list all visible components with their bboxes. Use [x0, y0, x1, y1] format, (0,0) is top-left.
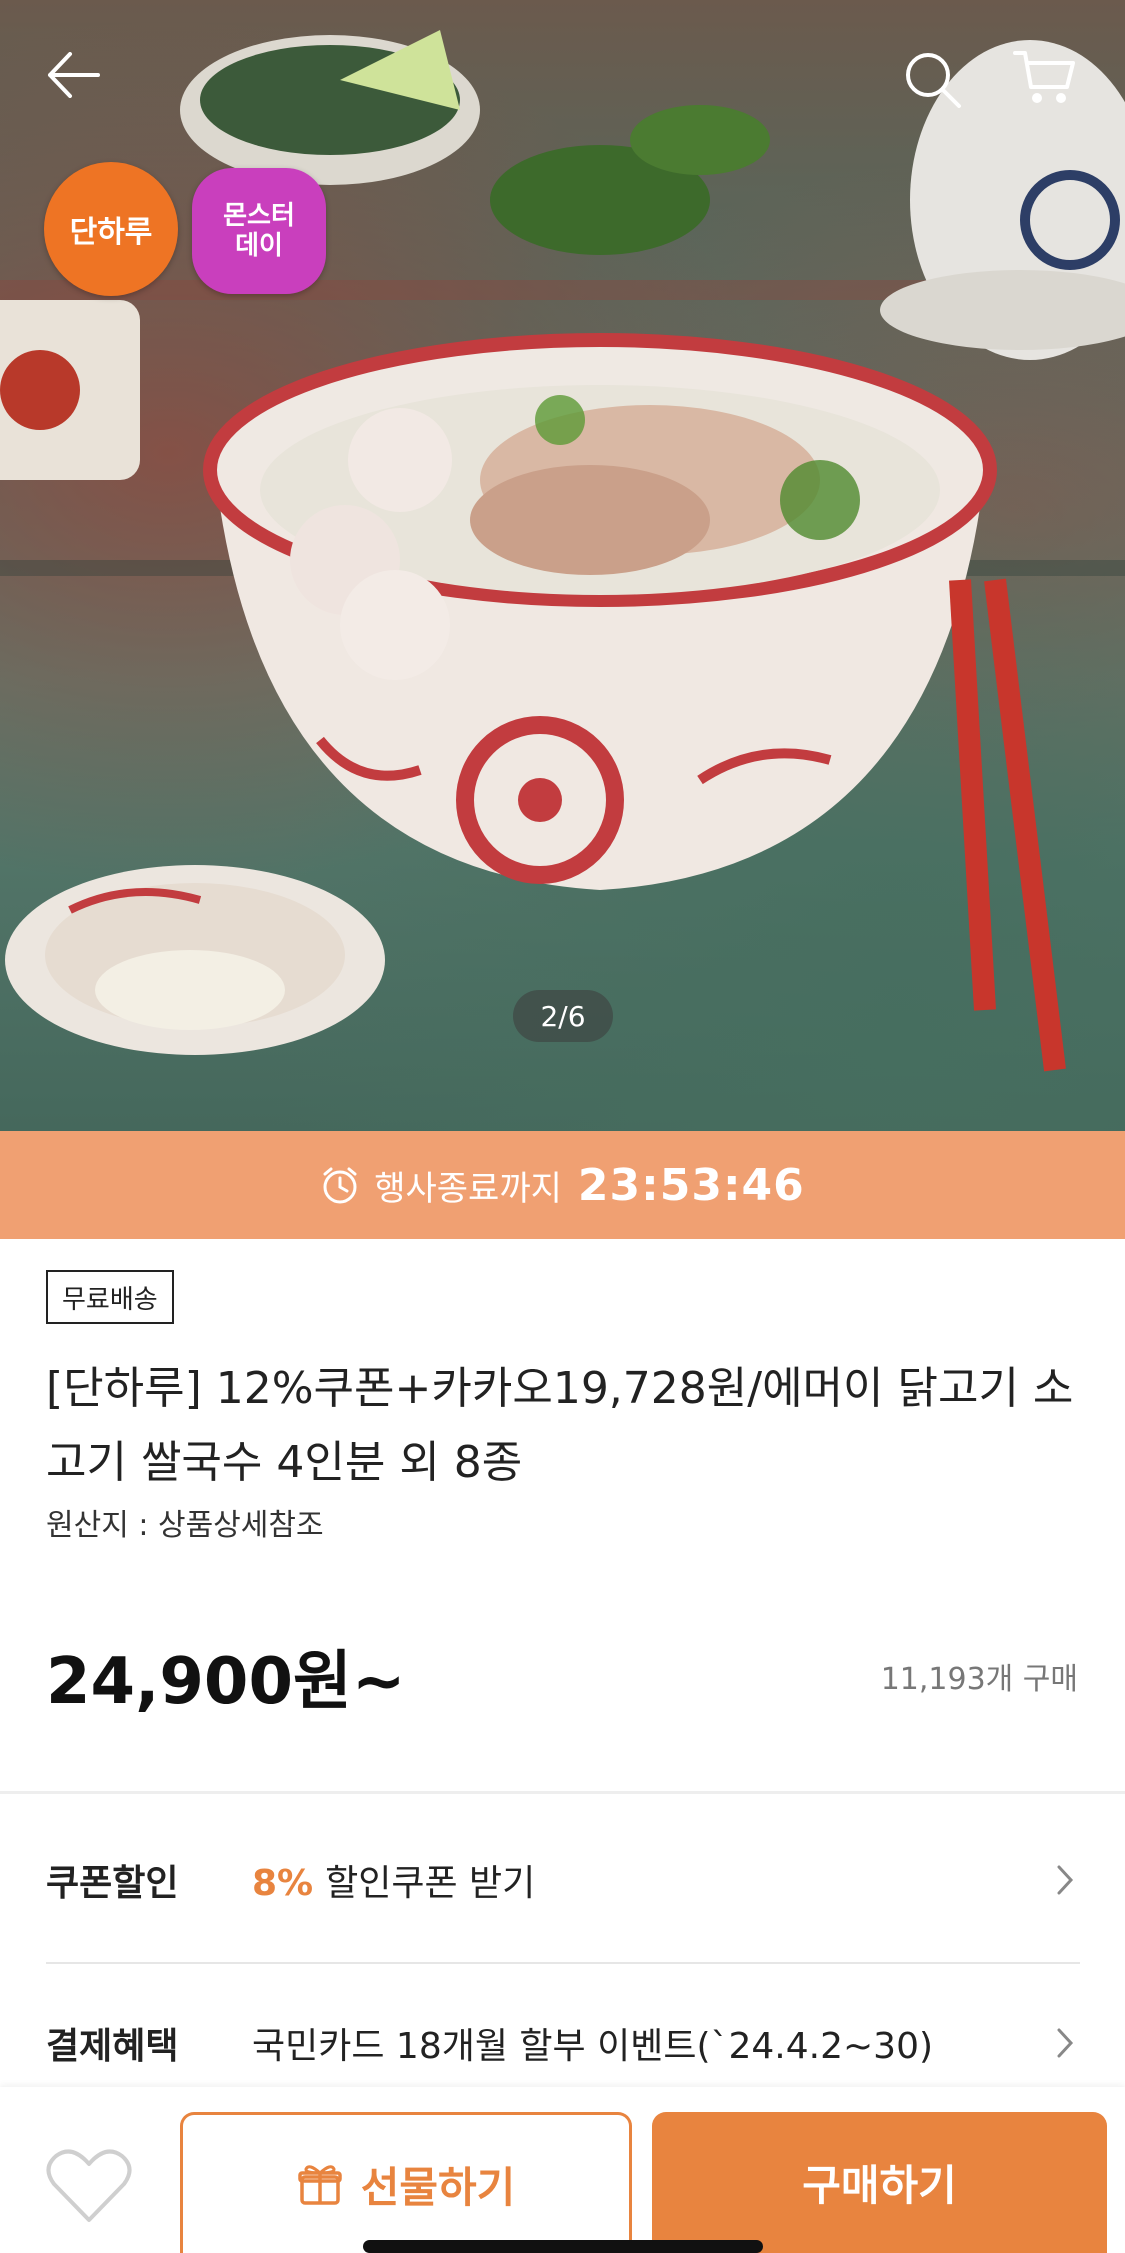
section-divider — [0, 1791, 1125, 1794]
home-indicator — [363, 2240, 763, 2253]
gift-button-label: 선물하기 — [360, 2162, 516, 2212]
monster-day-line1: 몬스터 — [223, 201, 295, 231]
coupon-discount-row[interactable]: 쿠폰할인 8% 할인쿠폰 받기 — [46, 1830, 1080, 1930]
monster-day-badge: 몬스터 데이 — [192, 168, 326, 294]
search-icon[interactable] — [898, 45, 968, 115]
countdown-time: 23:53:46 — [577, 1159, 805, 1211]
coupon-percent: 8% — [252, 1863, 314, 1904]
coupon-discount-value: 8% 할인쿠폰 받기 — [252, 1854, 1050, 1906]
cart-icon[interactable] — [1005, 42, 1085, 112]
product-photo — [0, 30, 1125, 1072]
payment-benefit-value: 국민카드 18개월 할부 이벤트(`24.4.2~30) — [252, 2026, 934, 2067]
payment-benefit-label: 결제혜택 — [46, 2026, 179, 2067]
danharu-badge: 단하루 — [44, 162, 178, 296]
clock-icon — [320, 1165, 360, 1205]
gift-button[interactable]: 선물하기 — [180, 2112, 632, 2253]
coupon-discount-label: 쿠폰할인 — [46, 1863, 179, 1904]
chevron-right-icon — [1050, 2023, 1080, 2063]
countdown-bar: 행사종료까지 23:53:46 — [0, 1131, 1125, 1239]
buy-button-label: 구매하기 — [802, 2161, 957, 2210]
product-image-carousel[interactable]: 단하루 몬스터 데이 2/6 — [0, 0, 1125, 1131]
image-pager: 2/6 — [513, 990, 613, 1042]
product-price: 24,900원~ — [46, 1645, 406, 1719]
gift-icon — [297, 2161, 343, 2207]
chevron-right-icon — [1050, 1860, 1080, 1900]
product-title: [단하루] 12%쿠폰+카카오19,728원/에머이 닭고기 소고기 쌀국수 4… — [46, 1363, 1074, 1488]
heart-icon[interactable] — [44, 2140, 134, 2230]
buy-button[interactable]: 구매하기 — [652, 2112, 1107, 2253]
purchase-count: 11,193개 구매 — [880, 1662, 1078, 1697]
top-navigation — [0, 0, 1125, 160]
monster-day-line2: 데이 — [235, 231, 283, 261]
coupon-action-text: 할인쿠폰 받기 — [325, 1863, 536, 1904]
countdown-label: 행사종료까지 — [374, 1168, 562, 1209]
product-detail-page: 단하루 몬스터 데이 2/6 행사종료까지 23:53:46 무료배송 [단하루… — [0, 0, 1125, 2253]
row-divider — [46, 1962, 1080, 1964]
product-origin: 원산지 : 상품상세참조 — [46, 1508, 324, 1543]
back-arrow-icon[interactable] — [38, 40, 108, 110]
free-shipping-tag: 무료배송 — [46, 1270, 174, 1324]
payment-benefit-row[interactable]: 결제혜택 국민카드 18개월 할부 이벤트(`24.4.2~30) — [46, 1993, 1080, 2093]
